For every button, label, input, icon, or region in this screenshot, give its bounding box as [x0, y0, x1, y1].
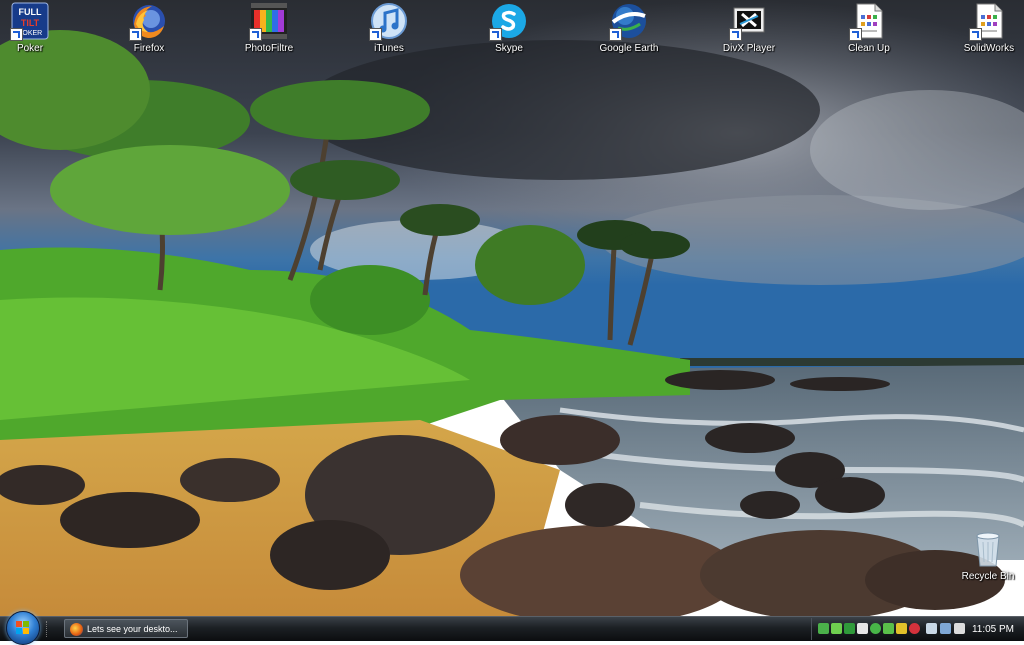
- desktop-icon-label: PhotoFiltre: [244, 43, 294, 54]
- firefox-icon: [129, 2, 168, 41]
- taskbar-window-title: Lets see your deskto...: [87, 624, 178, 634]
- desktop-icon-label: iTunes: [374, 43, 404, 54]
- desktop-icon-photofiltre[interactable]: PhotoFiltre: [231, 2, 307, 54]
- desktop-icon-label: Poker: [16, 43, 44, 54]
- shortcut-arrow-icon: [249, 28, 262, 41]
- shortcut-arrow-icon: [369, 28, 382, 41]
- desktop-icon-poker[interactable]: FULL TILT POKER Poker: [0, 2, 68, 54]
- google-earth-icon: [609, 2, 648, 41]
- desktop-icon-recycle-bin[interactable]: Recycle Bin: [950, 530, 1024, 582]
- system-tray: 11:05 PM: [811, 618, 1024, 640]
- taskbar: Lets see your deskto... 11:05 PM: [0, 611, 1024, 645]
- desktop-icon-divx-player[interactable]: DivX Player: [711, 2, 787, 54]
- taskbar-window-button[interactable]: Lets see your deskto...: [64, 619, 188, 638]
- desktop-icon-label: Firefox: [133, 43, 165, 54]
- desktop-icon-label: Recycle Bin: [961, 571, 1015, 582]
- document-icon: [849, 2, 888, 41]
- document-icon: [969, 2, 1008, 41]
- photofiltre-icon: [249, 2, 288, 41]
- desktop-icon-firefox[interactable]: Firefox: [111, 2, 187, 54]
- shortcut-arrow-icon: [489, 28, 502, 41]
- shortcut-arrow-icon: [729, 28, 742, 41]
- tray-icon[interactable]: [926, 623, 937, 634]
- desktop-wallpaper[interactable]: [0, 0, 1024, 616]
- tray-icon[interactable]: [831, 623, 842, 634]
- desktop-icon-label: Skype: [495, 43, 523, 54]
- quick-launch-grip[interactable]: [46, 621, 61, 637]
- shortcut-arrow-icon: [849, 28, 862, 41]
- tray-icon[interactable]: [870, 623, 881, 634]
- tray-icon[interactable]: [857, 623, 868, 634]
- svg-text:FULL: FULL: [19, 7, 42, 17]
- firefox-icon: [70, 623, 83, 636]
- shortcut-arrow-icon: [969, 28, 982, 41]
- desktop-icon-google-earth[interactable]: Google Earth: [591, 2, 667, 54]
- tray-icon[interactable]: [883, 623, 894, 634]
- tray-icon[interactable]: [909, 623, 920, 634]
- shortcut-arrow-icon: [609, 28, 622, 41]
- full-tilt-poker-icon: FULL TILT POKER: [10, 2, 49, 41]
- tray-icon[interactable]: [844, 623, 855, 634]
- network-icon[interactable]: [940, 623, 951, 634]
- itunes-icon: [369, 2, 408, 41]
- desktop-icon-itunes[interactable]: iTunes: [351, 2, 427, 54]
- shortcut-arrow-icon: [10, 28, 23, 41]
- taskbar-clock[interactable]: 11:05 PM: [972, 618, 1014, 642]
- skype-icon: [489, 2, 528, 41]
- volume-icon[interactable]: [954, 623, 965, 634]
- recycle-bin-icon: [969, 530, 1007, 568]
- desktop-icon-label: Google Earth: [599, 43, 659, 54]
- desktop-icon-label: SolidWorks: [963, 43, 1015, 54]
- svg-text:TILT: TILT: [21, 18, 40, 28]
- desktop-icon-skype[interactable]: Skype: [471, 2, 547, 54]
- desktop-icon-label: Clean Up: [848, 43, 890, 54]
- tray-icon[interactable]: [896, 623, 907, 634]
- desktop-icon-clean-up[interactable]: Clean Up: [831, 2, 907, 54]
- desktop-icon-label: DivX Player: [722, 43, 776, 54]
- windows-logo-icon: [16, 621, 29, 634]
- shortcut-arrow-icon: [129, 28, 142, 41]
- tray-icon[interactable]: [818, 623, 829, 634]
- desktop-icon-solidworks[interactable]: SolidWorks: [951, 2, 1024, 54]
- divx-player-icon: [729, 2, 768, 41]
